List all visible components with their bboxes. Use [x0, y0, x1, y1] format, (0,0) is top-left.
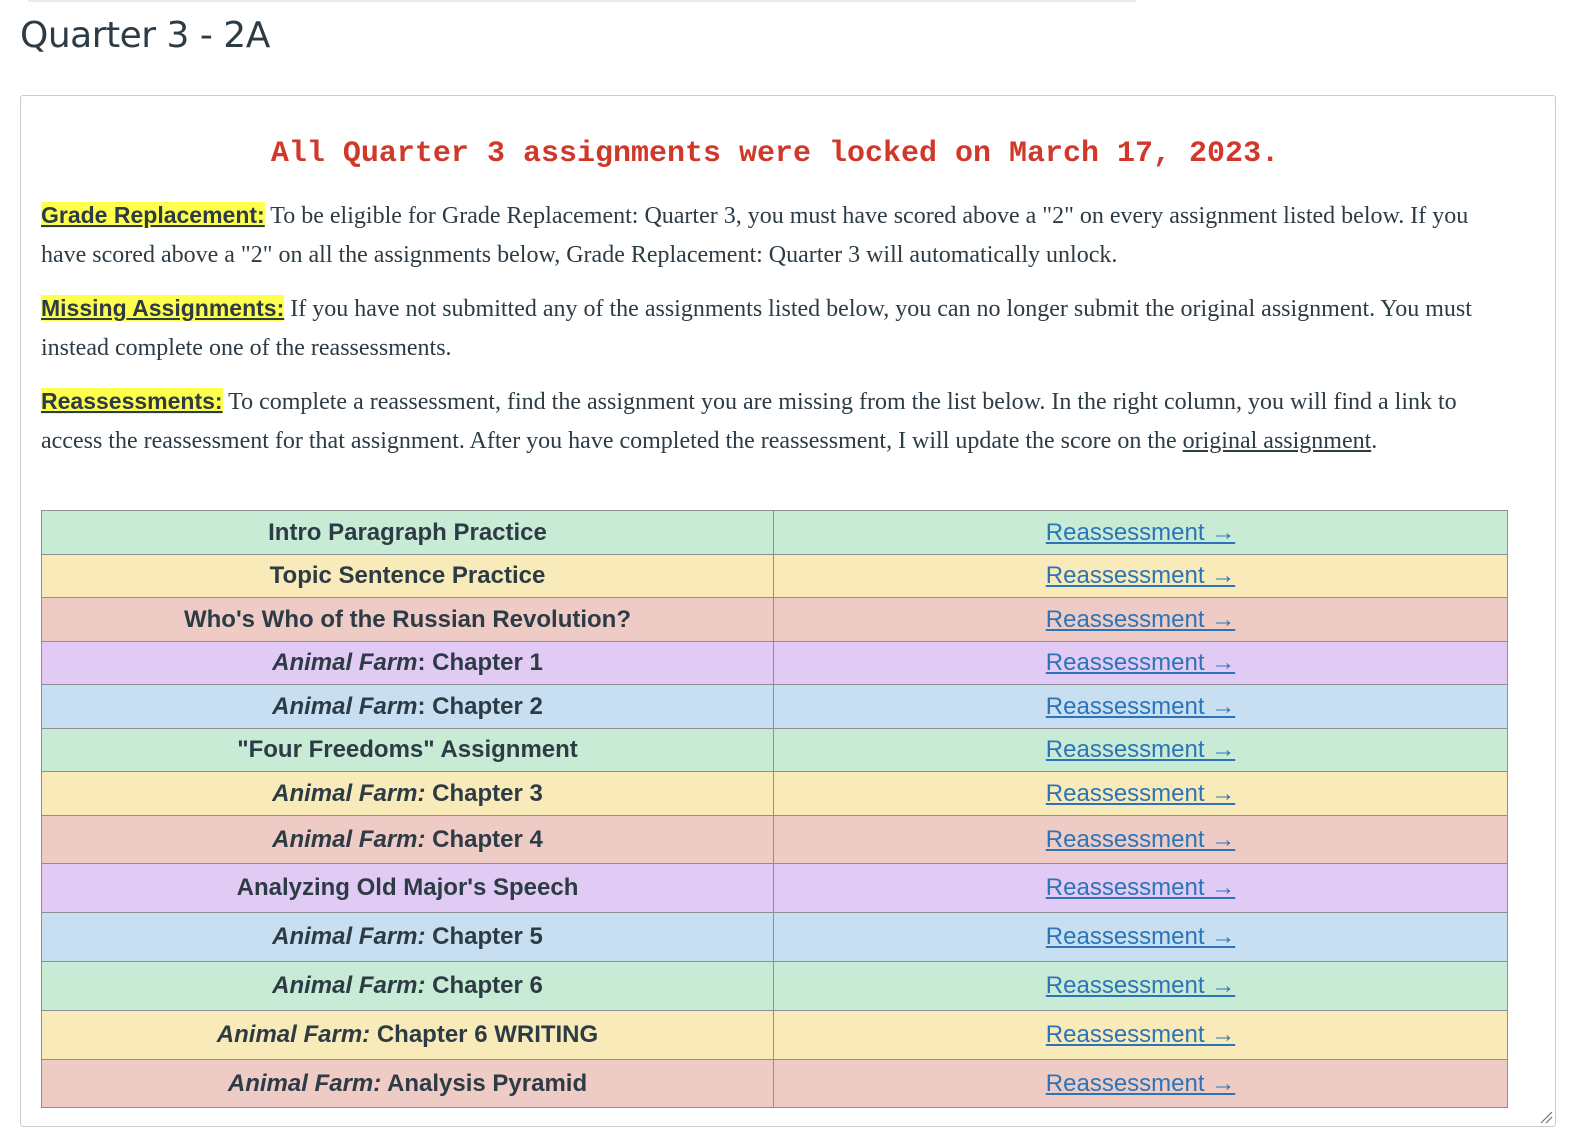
- table-row: Animal Farm: Chapter 4 Reassessment →: [41, 815, 1508, 864]
- reassessment-link[interactable]: Reassessment →: [1046, 874, 1235, 901]
- table-row: Analyzing Old Major's Speech Reassessment…: [41, 863, 1508, 913]
- assignment-name: : Chapter 1: [417, 649, 543, 676]
- reassessment-link[interactable]: Reassessment →: [1046, 606, 1235, 633]
- assignment-name-cell: Who's Who of the Russian Revolution?: [41, 597, 774, 642]
- reassessment-link[interactable]: Reassessment →: [1046, 1021, 1235, 1048]
- reassessment-link-cell: Reassessment →: [773, 1010, 1508, 1060]
- assignment-name-cell: Intro Paragraph Practice: [41, 510, 774, 555]
- assignment-name-italic: Animal Farm:: [272, 923, 426, 950]
- table-row: Animal Farm: Analysis Pyramid Reassessmen…: [41, 1059, 1508, 1108]
- missing-assignments-label: Missing Assignments:: [41, 295, 285, 321]
- reassessment-link[interactable]: Reassessment →: [1046, 972, 1235, 999]
- grade-replacement-paragraph: Grade Replacement: To be eligible for Gr…: [41, 196, 1509, 274]
- table-row: Animal Farm: Chapter 3 Reassessment →: [41, 771, 1508, 816]
- reassessment-link-cell: Reassessment →: [773, 815, 1508, 864]
- assignment-name-cell: Animal Farm: Chapter 3: [41, 771, 774, 816]
- assignment-name-italic: Animal Farm: [272, 649, 418, 676]
- reassessment-link[interactable]: Reassessment →: [1046, 1070, 1235, 1097]
- assignment-name-cell: Animal Farm: Chapter 6: [41, 961, 774, 1011]
- grade-replacement-label: Grade Replacement:: [41, 202, 265, 228]
- assignment-name-cell: Animal Farm: Chapter 5: [41, 912, 774, 962]
- top-divider: [28, 0, 1136, 2]
- page-title: Quarter 3 - 2A: [20, 15, 270, 56]
- assignment-name-cell: Animal Farm: Chapter 2: [41, 684, 774, 729]
- assignment-name-italic: Animal Farm:: [216, 1021, 371, 1048]
- table-row: "Four Freedoms" Assignment Reassessment →: [41, 728, 1508, 772]
- assignment-name: Chapter 6: [425, 972, 543, 999]
- assignment-name-cell: "Four Freedoms" Assignment: [41, 728, 774, 772]
- reassessment-link-cell: Reassessment →: [773, 554, 1508, 598]
- table-row: Animal Farm: Chapter 6 WRITING Reassessme…: [41, 1010, 1508, 1060]
- reassessment-link-cell: Reassessment →: [773, 912, 1508, 962]
- reassessment-link-cell: Reassessment →: [773, 1059, 1508, 1108]
- table-row: Animal Farm: Chapter 5 Reassessment →: [41, 912, 1508, 962]
- reassessment-link[interactable]: Reassessment →: [1046, 519, 1235, 546]
- assignment-name: Analyzing Old Major's Speech: [236, 874, 579, 901]
- reassessments-suffix: .: [1371, 427, 1378, 454]
- reassessment-link[interactable]: Reassessment →: [1046, 562, 1235, 589]
- content-panel: All Quarter 3 assignments were locked on…: [20, 95, 1556, 1127]
- assignment-name: Analysis Pyramid: [381, 1069, 588, 1097]
- assignment-name: Who's Who of the Russian Revolution?: [183, 605, 631, 633]
- assignment-name-italic: Animal Farm:: [272, 825, 426, 853]
- assignment-name: Chapter 4: [425, 825, 543, 853]
- table-row: Topic Sentence Practice Reassessment →: [41, 554, 1508, 598]
- lock-notice: All Quarter 3 assignments were locked on…: [270, 137, 1280, 171]
- reassessment-link-cell: Reassessment →: [773, 863, 1508, 913]
- reassessment-link[interactable]: Reassessment →: [1046, 826, 1235, 853]
- assignment-name-cell: Animal Farm: Analysis Pyramid: [41, 1059, 774, 1108]
- assignment-name: : Chapter 2: [417, 692, 543, 720]
- table-row: Animal Farm: Chapter 1 Reassessment →: [41, 641, 1508, 685]
- reassessment-table: Intro Paragraph Practice Reassessment → To…: [41, 510, 1508, 1108]
- assignment-name: Chapter 3: [425, 779, 543, 807]
- original-assignment-link[interactable]: original assignment: [1183, 428, 1372, 454]
- assignment-name: Topic Sentence Practice: [269, 562, 546, 589]
- assignment-name-cell: Animal Farm: Chapter 1: [41, 641, 774, 685]
- reassessment-link-cell: Reassessment →: [773, 961, 1508, 1011]
- assignment-name: Chapter 5: [425, 923, 543, 950]
- assignment-name-cell: Animal Farm: Chapter 4: [41, 815, 774, 864]
- reassessments-paragraph: Reassessments: To complete a reassessmen…: [41, 382, 1509, 460]
- reassessment-link[interactable]: Reassessment →: [1046, 736, 1235, 763]
- reassessment-link-cell: Reassessment →: [773, 510, 1508, 555]
- assignment-name-italic: Animal Farm:: [272, 972, 426, 999]
- resize-handle-icon[interactable]: [1539, 1110, 1553, 1124]
- assignment-name-italic: Animal Farm: [272, 692, 418, 720]
- reassessment-link[interactable]: Reassessment →: [1046, 649, 1235, 676]
- reassessment-link-cell: Reassessment →: [773, 728, 1508, 772]
- assignment-name-cell: Analyzing Old Major's Speech: [41, 863, 774, 913]
- reassessment-link-cell: Reassessment →: [773, 684, 1508, 729]
- reassessment-link-cell: Reassessment →: [773, 771, 1508, 816]
- assignment-name-cell: Animal Farm: Chapter 6 WRITING: [41, 1010, 774, 1060]
- reassessment-link[interactable]: Reassessment →: [1046, 780, 1235, 807]
- reassessments-label: Reassessments:: [41, 388, 223, 414]
- missing-assignments-paragraph: Missing Assignments: If you have not sub…: [41, 289, 1509, 367]
- assignment-name-italic: Animal Farm:: [227, 1069, 382, 1097]
- assignment-name-cell: Topic Sentence Practice: [41, 554, 774, 598]
- table-row: Animal Farm: Chapter 2 Reassessment →: [41, 684, 1508, 729]
- content-body: All Quarter 3 assignments were locked on…: [41, 96, 1509, 1108]
- reassessment-link[interactable]: Reassessment →: [1046, 693, 1235, 720]
- table-row: Intro Paragraph Practice Reassessment →: [41, 510, 1508, 555]
- assignment-name-italic: Animal Farm:: [272, 779, 426, 807]
- reassessment-link[interactable]: Reassessment →: [1046, 923, 1235, 950]
- reassessment-link-cell: Reassessment →: [773, 597, 1508, 642]
- reassessment-link-cell: Reassessment →: [773, 641, 1508, 685]
- table-row: Who's Who of the Russian Revolution? Reas…: [41, 597, 1508, 642]
- table-row: Animal Farm: Chapter 6 Reassessment →: [41, 961, 1508, 1011]
- assignment-name: Chapter 6 WRITING: [370, 1021, 599, 1048]
- assignment-name: Intro Paragraph Practice: [268, 518, 547, 546]
- assignment-name: "Four Freedoms" Assignment: [237, 736, 578, 763]
